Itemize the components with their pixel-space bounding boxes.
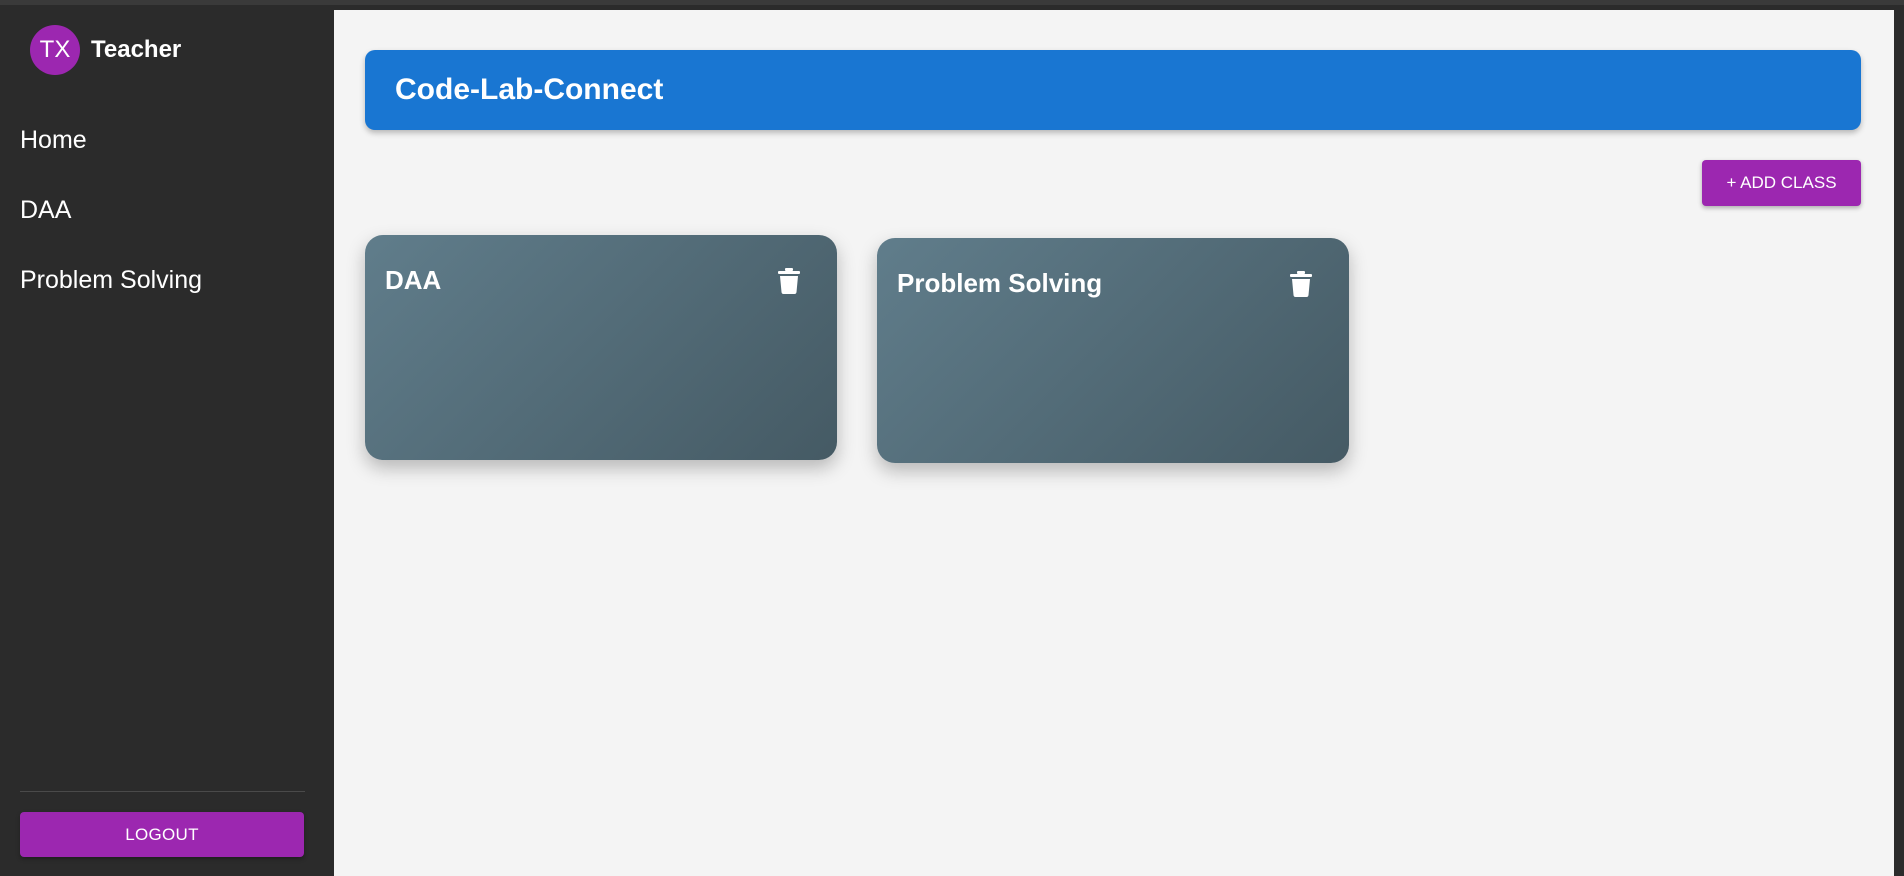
user-name: Teacher [91,36,182,63]
class-card[interactable]: DAA [365,235,837,460]
add-class-button[interactable]: + ADD CLASS [1702,160,1861,206]
class-card[interactable]: Problem Solving [877,238,1349,463]
sidebar-divider [20,791,305,792]
sidebar: TX Teacher Home DAA Problem Solving LOGO… [0,10,325,876]
main-content: Code-Lab-Connect + ADD CLASS DAA Problem… [334,10,1894,876]
trash-icon[interactable] [1283,266,1319,302]
avatar: TX [30,25,80,75]
sidebar-item-home[interactable]: Home [0,105,325,175]
class-card-title: DAA [385,265,442,295]
sidebar-item-daa[interactable]: DAA [0,175,325,245]
app-window: TX Teacher Home DAA Problem Solving LOGO… [0,0,1904,876]
user-profile: TX Teacher [30,25,181,75]
logout-button[interactable]: LOGOUT [20,812,304,857]
sidebar-nav: Home DAA Problem Solving [0,105,325,315]
sidebar-item-problem-solving[interactable]: Problem Solving [0,245,325,315]
page-title: Code-Lab-Connect [395,73,664,106]
app-header: Code-Lab-Connect [365,50,1861,130]
class-card-title: Problem Solving [897,268,1103,298]
trash-icon[interactable] [771,263,807,299]
